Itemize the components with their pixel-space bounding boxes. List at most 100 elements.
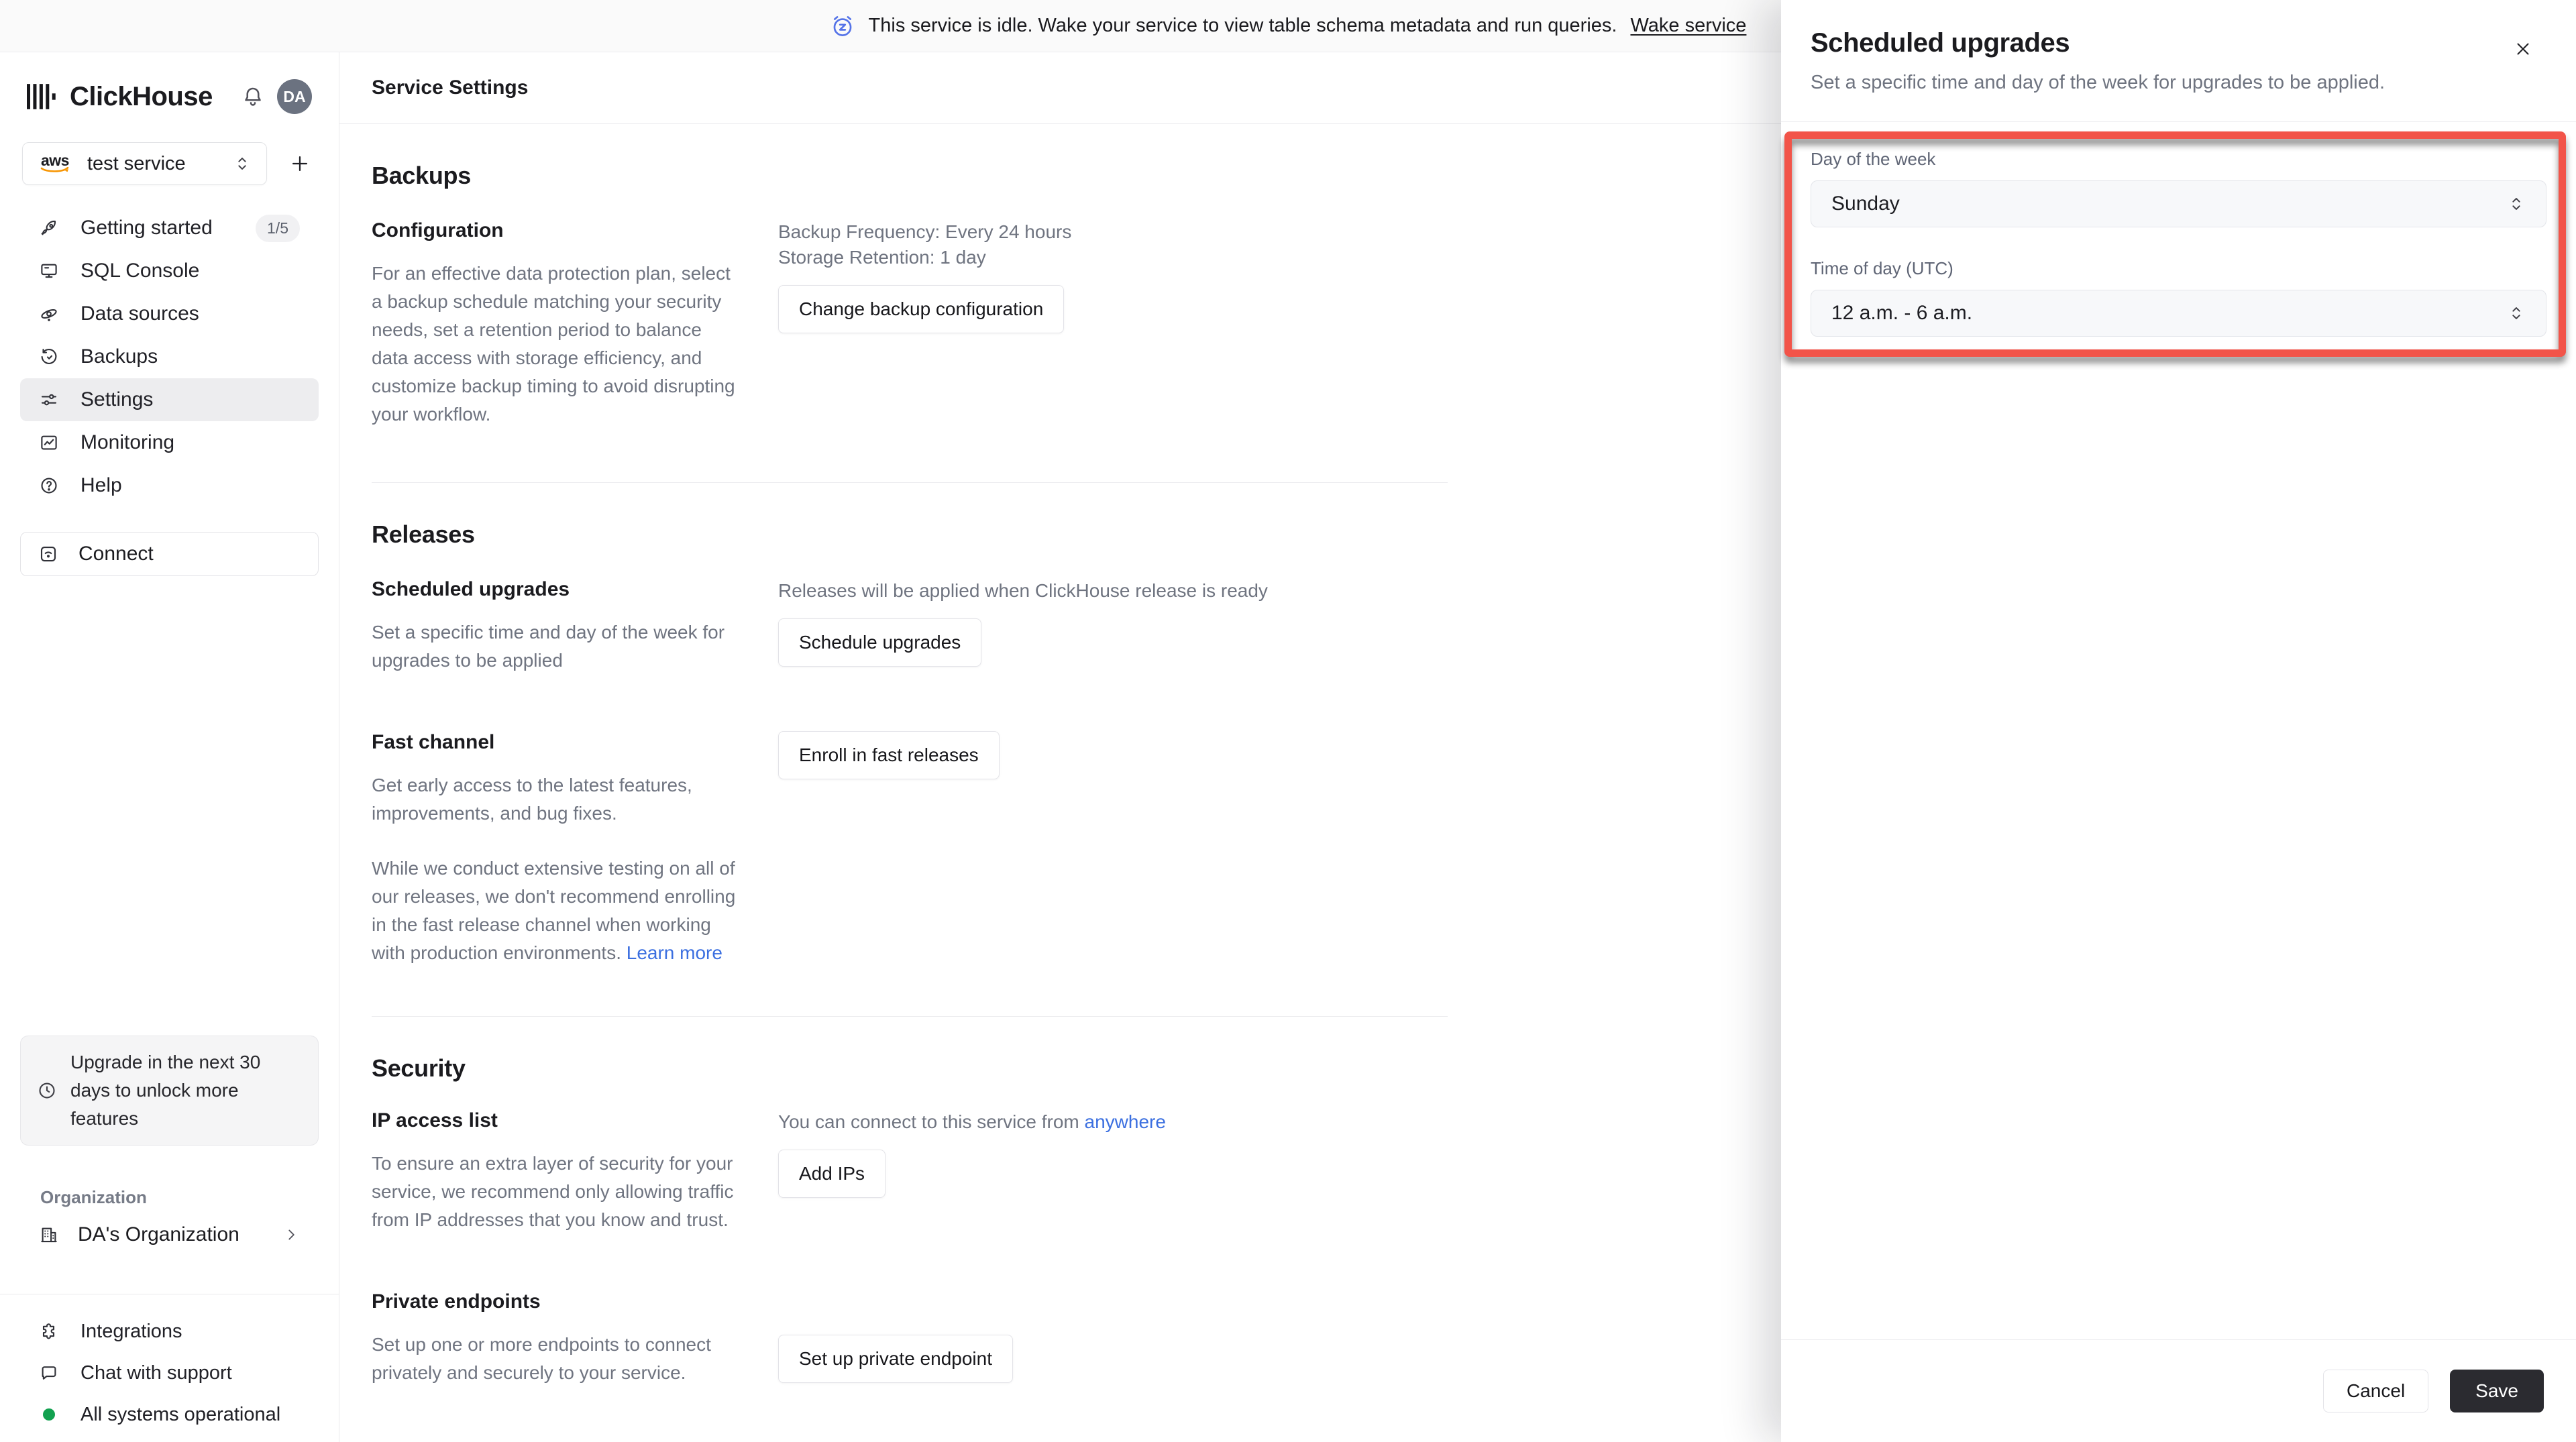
enroll-fast-releases-button[interactable]: Enroll in fast releases: [778, 731, 1000, 779]
sidebar-item-help[interactable]: Help: [20, 464, 319, 507]
avatar[interactable]: DA: [277, 79, 312, 114]
configuration-description: For an effective data protection plan, s…: [372, 263, 735, 425]
schedule-upgrades-button[interactable]: Schedule upgrades: [778, 618, 982, 667]
organization-switcher[interactable]: DA's Organization: [20, 1213, 319, 1256]
sidebar-item-chat-support[interactable]: Chat with support: [20, 1352, 319, 1394]
system-status-item[interactable]: All systems operational: [20, 1394, 319, 1435]
fast-channel-description: Get early access to the latest features,…: [372, 775, 692, 824]
add-service-button[interactable]: [283, 147, 317, 180]
fast-channel-heading: Fast channel: [372, 731, 495, 753]
sidebar-item-label: Getting started: [80, 217, 213, 239]
storage-retention-note: Storage Retention: 1 day: [778, 247, 986, 268]
day-of-week-select[interactable]: Sunday: [1811, 180, 2546, 227]
sidebar-item-label: Settings: [80, 388, 154, 410]
ip-access-list-heading: IP access list: [372, 1109, 498, 1131]
sidebar-item-label: Data sources: [80, 302, 199, 325]
close-icon[interactable]: [2509, 35, 2537, 63]
sidebar-item-label: Monitoring: [80, 431, 175, 453]
sidebar-item-sql-console[interactable]: SQL Console: [20, 249, 319, 292]
building-icon: [39, 1225, 59, 1245]
security-heading: Security: [372, 1054, 466, 1082]
aws-logo-icon: aws: [38, 153, 72, 174]
day-of-week-value: Sunday: [1831, 192, 1900, 215]
time-of-day-value: 12 a.m. - 6 a.m.: [1831, 302, 1973, 324]
sidebar-nav: Getting started 1/5 SQL Console Data sou…: [0, 207, 339, 507]
change-backup-configuration-button[interactable]: Change backup configuration: [778, 285, 1065, 333]
help-icon: [39, 476, 59, 496]
brand-row: ClickHouse DA: [0, 52, 339, 119]
sidebar-item-settings[interactable]: Settings: [20, 378, 319, 421]
security-section: Security IP access list To ensure an ext…: [372, 1017, 1448, 1387]
wake-service-link[interactable]: Wake service: [1630, 15, 1746, 37]
settings-icon: [39, 390, 59, 410]
sidebar-item-label: SQL Console: [80, 260, 200, 282]
organization-name: DA's Organization: [78, 1223, 239, 1245]
configuration-heading: Configuration: [372, 219, 504, 241]
day-of-week-label: Day of the week: [1811, 149, 1936, 169]
monitoring-icon: [39, 433, 59, 453]
ip-access-list-description: To ensure an extra layer of security for…: [372, 1153, 734, 1230]
service-selector[interactable]: aws test service: [22, 142, 267, 185]
chevron-updown-icon: [2507, 195, 2526, 213]
connect-button[interactable]: Connect: [20, 532, 319, 576]
connect-label: Connect: [78, 543, 154, 565]
backups-icon: [39, 347, 59, 367]
status-label: All systems operational: [80, 1403, 281, 1425]
chevron-updown-icon: [2507, 304, 2526, 323]
chevron-updown-icon: [233, 154, 252, 173]
organization-section-label: Organization: [40, 1187, 147, 1207]
upgrade-notice-card[interactable]: Upgrade in the next 30 days to unlock mo…: [20, 1036, 319, 1146]
learn-more-link[interactable]: Learn more: [627, 942, 722, 963]
puzzle-icon: [39, 1321, 59, 1341]
save-button[interactable]: Save: [2450, 1370, 2544, 1412]
panel-header: Scheduled upgrades Set a specific time a…: [1781, 0, 2576, 122]
sidebar: ClickHouse DA aws test service Getting s…: [0, 52, 339, 1442]
status-dot-icon: [39, 1408, 59, 1421]
data-sources-icon: [39, 304, 59, 324]
fast-channel-warning: While we conduct extensive testing on al…: [372, 854, 742, 967]
console-icon: [39, 261, 59, 281]
backups-section: Backups Configuration For an effective d…: [372, 124, 1448, 483]
clock-icon: [37, 1080, 57, 1101]
releases-heading: Releases: [372, 520, 475, 548]
add-ips-button[interactable]: Add IPs: [778, 1150, 886, 1198]
chat-icon: [39, 1363, 59, 1383]
brand-name: ClickHouse: [70, 81, 213, 111]
sidebar-item-label: Backups: [80, 345, 158, 368]
cancel-button[interactable]: Cancel: [2323, 1370, 2429, 1412]
alarm-snooze-icon: [830, 13, 855, 39]
sidebar-item-label: Help: [80, 474, 122, 496]
sidebar-item-data-sources[interactable]: Data sources: [20, 292, 319, 335]
setup-private-endpoint-button[interactable]: Set up private endpoint: [778, 1335, 1013, 1383]
scheduled-upgrades-description: Set a specific time and day of the week …: [372, 622, 725, 671]
time-of-day-select[interactable]: 12 a.m. - 6 a.m.: [1811, 290, 2546, 337]
ip-access-note: You can connect to this service from any…: [778, 1109, 1448, 1135]
page-title: Service Settings: [372, 76, 529, 99]
chevron-right-icon: [282, 1226, 300, 1243]
service-name: test service: [87, 152, 186, 174]
sidebar-item-monitoring[interactable]: Monitoring: [20, 421, 319, 464]
panel-body: Day of the week Sunday Time of day (UTC)…: [1781, 122, 2576, 357]
sidebar-item-backups[interactable]: Backups: [20, 335, 319, 378]
scheduled-upgrades-heading: Scheduled upgrades: [372, 578, 570, 600]
scheduled-upgrades-panel: Scheduled upgrades Set a specific time a…: [1781, 0, 2576, 1442]
sidebar-item-label: Integrations: [80, 1320, 182, 1342]
idle-banner-text: This service is idle. Wake your service …: [868, 15, 1617, 36]
sidebar-item-integrations[interactable]: Integrations: [20, 1311, 319, 1352]
time-of-day-label: Time of day (UTC): [1811, 258, 1953, 278]
panel-title: Scheduled upgrades: [1811, 28, 2070, 58]
sidebar-item-getting-started[interactable]: Getting started 1/5: [20, 207, 319, 249]
backups-heading: Backups: [372, 162, 471, 189]
private-endpoints-description: Set up one or more endpoints to connect …: [372, 1334, 711, 1383]
sidebar-item-label: Chat with support: [80, 1362, 232, 1384]
notifications-bell-icon[interactable]: [241, 85, 265, 109]
clickhouse-logo-icon: [27, 84, 56, 109]
rocket-icon: [39, 218, 59, 238]
anywhere-link[interactable]: anywhere: [1085, 1111, 1166, 1132]
upgrade-notice-text: Upgrade in the next 30 days to unlock mo…: [70, 1052, 261, 1129]
backup-frequency-note: Backup Frequency: Every 24 hours: [778, 221, 1072, 242]
ip-access-note-text: You can connect to this service from: [778, 1111, 1085, 1132]
releases-section: Releases Scheduled upgrades Set a specif…: [372, 483, 1448, 1017]
connect-icon: [38, 544, 58, 564]
panel-footer: Cancel Save: [1781, 1339, 2576, 1442]
